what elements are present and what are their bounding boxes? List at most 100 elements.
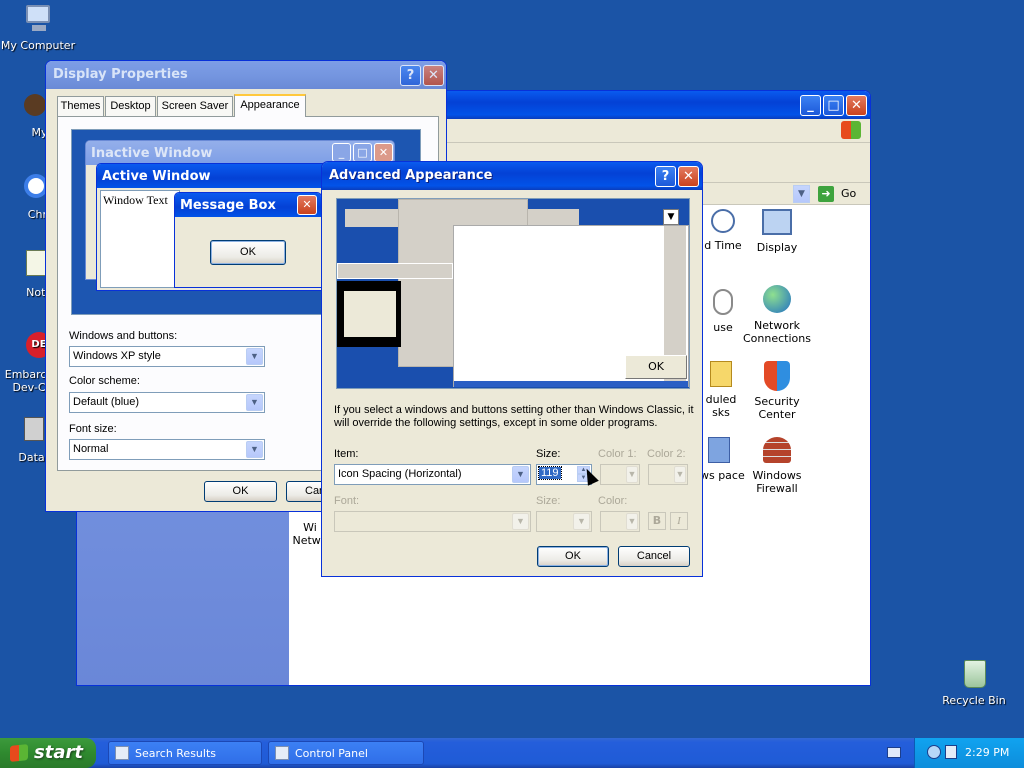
cp-item-date-time[interactable]: d Time: [699, 209, 747, 252]
color2-picker: ▼: [648, 464, 688, 485]
go-label: Go: [841, 187, 857, 200]
color2-label: Color 2:: [647, 448, 686, 460]
database-icon: [14, 415, 46, 447]
chevron-down-icon: ▼: [573, 513, 590, 530]
tab-appearance[interactable]: Appearance: [234, 94, 306, 117]
system-tray: 2:29 PM: [914, 738, 1024, 768]
windows-icon: [708, 437, 730, 463]
override-note: If you select a windows and buttons sett…: [334, 404, 694, 429]
font-color-label: Color:: [598, 495, 628, 507]
cancel-button[interactable]: Cancel: [618, 546, 690, 567]
italic-button: I: [670, 512, 688, 530]
font-select: ▼: [334, 511, 531, 532]
preview-message-box: Message Box ✕ OK: [174, 192, 322, 288]
font-size-select: ▼: [536, 511, 592, 532]
desktop-icon-recycle-bin[interactable]: Recycle Bin: [936, 658, 1012, 707]
preview-ok-button: OK: [625, 355, 687, 379]
windows-flag-icon: [10, 744, 28, 762]
preview-msgbox-ok: OK: [210, 240, 286, 265]
cp-item-windows-firewall[interactable]: Windows Firewall: [741, 437, 813, 495]
tray-volume-icon[interactable]: [945, 745, 957, 759]
desktop-icon-label: My Computer: [0, 39, 76, 52]
size-value[interactable]: 119: [538, 466, 562, 480]
go-arrow-icon: ➜: [818, 186, 834, 202]
keyboard-icon[interactable]: [887, 747, 901, 758]
notepad-icon: [16, 250, 48, 282]
preview-strip: [337, 263, 453, 279]
windows-buttons-label: Windows and buttons:: [69, 330, 178, 342]
font-size-label: Font size:: [69, 423, 117, 435]
item-label: Item:: [334, 448, 359, 460]
dialog-title: Advanced Appearance: [329, 168, 493, 183]
preview-msgbox-close-icon: ✕: [297, 195, 317, 215]
mouse-icon: [713, 289, 733, 315]
address-dropdown-arrow[interactable]: ▼: [793, 185, 810, 203]
color-scheme-label: Color scheme:: [69, 375, 140, 387]
scheduled-tasks-icon: [710, 361, 732, 387]
close-button[interactable]: ✕: [678, 166, 699, 187]
font-size-select[interactable]: Normal ▼: [69, 439, 265, 460]
clock[interactable]: 2:29 PM: [965, 746, 1009, 759]
minimize-button[interactable]: _: [800, 95, 821, 116]
chevron-down-icon: ▼: [626, 466, 638, 483]
search-icon: [115, 746, 129, 760]
taskbar: start Search Results Control Panel 2:29 …: [0, 738, 1024, 768]
tab-screen-saver[interactable]: Screen Saver: [157, 96, 233, 116]
clock-icon: [711, 209, 735, 233]
task-search-results[interactable]: Search Results: [108, 741, 262, 765]
chevron-down-icon: ▼: [246, 441, 263, 458]
desktop-icon-my-computer[interactable]: My Computer: [0, 3, 76, 52]
go-button[interactable]: ➜ Go: [817, 185, 863, 203]
close-button[interactable]: ✕: [846, 95, 867, 116]
font-label: Font:: [334, 495, 360, 507]
preview-close-icon: ✕: [374, 143, 393, 162]
chevron-down-icon: ▼: [246, 348, 263, 365]
preview-maximize-icon: □: [353, 143, 372, 162]
window-title: Display Properties: [53, 67, 188, 82]
cp-item-security-center[interactable]: Security Center: [741, 361, 813, 421]
advanced-preview: ▼ OK: [336, 198, 690, 389]
size-label: Size:: [536, 448, 561, 460]
preview-minimize-icon: _: [332, 143, 351, 162]
font-size-label: Size:: [536, 495, 561, 507]
chevron-down-icon: ▼: [674, 466, 686, 483]
close-button[interactable]: ✕: [423, 65, 444, 86]
help-button[interactable]: ?: [655, 166, 676, 187]
shield-icon: [764, 361, 790, 391]
start-button[interactable]: start: [0, 738, 96, 768]
display-icon: [762, 209, 792, 235]
task-control-panel[interactable]: Control Panel: [268, 741, 424, 765]
advanced-appearance-titlebar[interactable]: Advanced Appearance: [322, 162, 702, 190]
tab-themes[interactable]: Themes: [57, 96, 104, 116]
ok-button[interactable]: OK: [204, 481, 277, 502]
recycle-bin-icon: [958, 658, 990, 690]
preview-dark-frame: [337, 281, 401, 347]
chevron-down-icon: ▼: [512, 466, 529, 483]
preview-window-text: Window Text: [100, 190, 180, 288]
chrome-icon: [16, 172, 48, 204]
preview-active-titlebar: Active Window: [97, 164, 335, 188]
computer-icon: [22, 3, 54, 35]
network-globe-icon: [763, 285, 791, 313]
chevron-down-icon: ▼: [512, 513, 529, 530]
color-scheme-select[interactable]: Default (blue) ▼: [69, 392, 265, 413]
ok-button[interactable]: OK: [537, 546, 609, 567]
tray-icon[interactable]: [927, 745, 941, 759]
chevron-down-icon: ▼: [626, 513, 638, 530]
display-properties-titlebar[interactable]: Display Properties: [46, 61, 446, 89]
control-panel-icon: [275, 746, 289, 760]
color1-label: Color 1:: [598, 448, 637, 460]
firewall-icon: [763, 437, 791, 463]
item-select[interactable]: Icon Spacing (Horizontal) ▼: [334, 464, 531, 485]
chevron-down-icon: ▼: [246, 394, 263, 411]
help-button[interactable]: ?: [400, 65, 421, 86]
cp-item-network-connections[interactable]: Network Connections: [739, 285, 815, 345]
advanced-appearance-dialog[interactable]: Advanced Appearance ? ✕ ▼ OK If you sele…: [321, 161, 703, 577]
font-color-picker: ▼: [600, 511, 640, 532]
tab-desktop[interactable]: Desktop: [105, 96, 156, 116]
desktop-icon-label: Recycle Bin: [942, 694, 1006, 707]
windows-logo-icon: [841, 121, 861, 139]
windows-buttons-select[interactable]: Windows XP style ▼: [69, 346, 265, 367]
cp-item-display[interactable]: Display: [747, 209, 807, 254]
maximize-button[interactable]: □: [823, 95, 844, 116]
